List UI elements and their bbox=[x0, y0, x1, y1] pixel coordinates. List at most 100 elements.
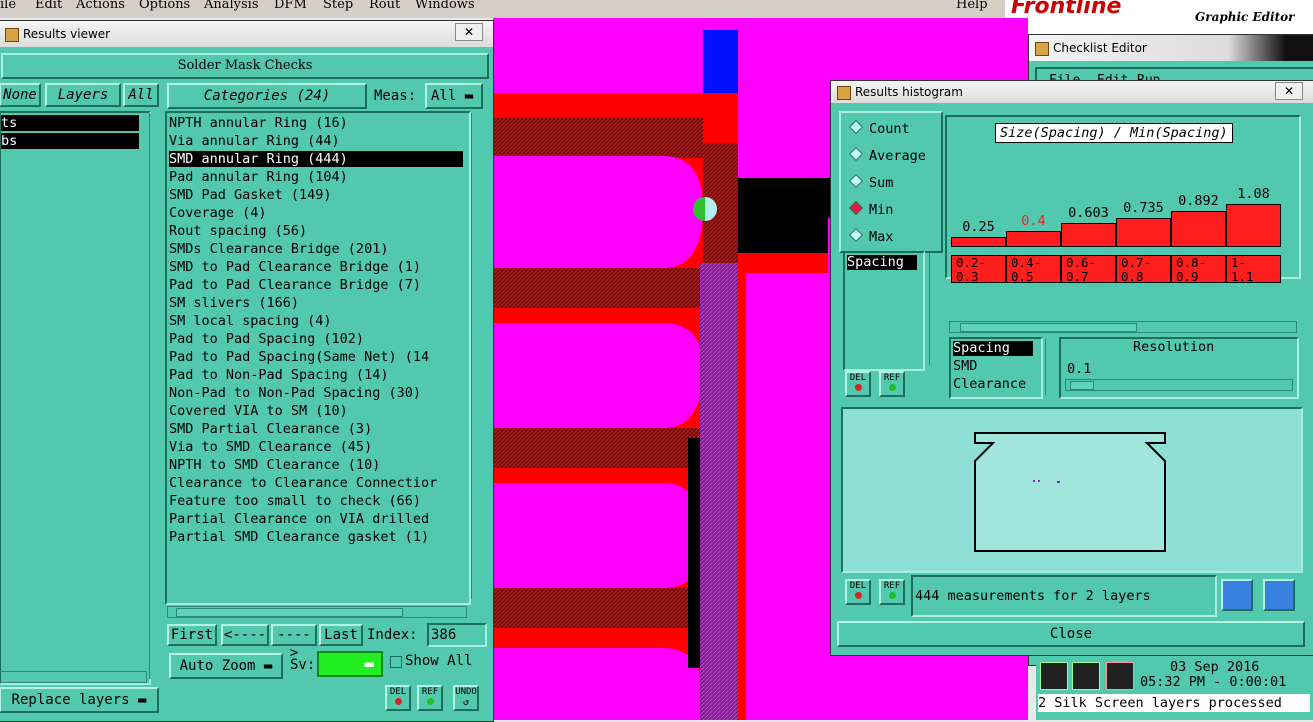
category-item[interactable]: SMD Pad Gasket (149) bbox=[169, 187, 463, 203]
category-item[interactable]: Via to SMD Clearance (45) bbox=[169, 439, 463, 455]
category-item[interactable]: Rout spacing (56) bbox=[169, 223, 463, 239]
categories-hscrollbar[interactable] bbox=[167, 606, 467, 618]
categories-scrollbar[interactable] bbox=[471, 113, 484, 599]
resolution-slider[interactable] bbox=[1065, 379, 1293, 391]
ref-button[interactable]: REF bbox=[879, 579, 905, 605]
mode-min[interactable]: Min bbox=[848, 200, 893, 218]
histogram-bar[interactable] bbox=[1171, 211, 1226, 247]
del-button[interactable]: DEL bbox=[845, 371, 871, 397]
category-item[interactable]: Pad annular Ring (104) bbox=[169, 169, 463, 185]
import-icon[interactable] bbox=[1263, 579, 1295, 611]
measure-scrollbar[interactable] bbox=[929, 253, 942, 365]
prev-button[interactable]: <---- bbox=[221, 624, 269, 646]
close-icon[interactable]: ✕ bbox=[1275, 82, 1303, 100]
show-all-checkbox[interactable] bbox=[390, 656, 402, 668]
close-button[interactable]: Close bbox=[837, 621, 1305, 647]
category-item[interactable]: Feature too small to check (66) bbox=[169, 493, 463, 509]
category-item[interactable]: Coverage (4) bbox=[169, 205, 463, 221]
categories-list[interactable]: NPTH annular Ring (16) Via annular Ring (… bbox=[165, 111, 471, 605]
range-label[interactable]: 0.4- 0.5 bbox=[1006, 255, 1061, 283]
export-icon[interactable] bbox=[1221, 579, 1253, 611]
layer-item[interactable]: ts bbox=[1, 115, 139, 131]
histogram-bar[interactable] bbox=[1006, 231, 1061, 247]
category-item[interactable]: Pad to Pad Spacing(Same Net) (14 bbox=[169, 349, 463, 365]
category-item[interactable]: Clearance to Clearance Connectior bbox=[169, 475, 463, 491]
category-item[interactable]: Covered VIA to SM (10) bbox=[169, 403, 463, 419]
category-item[interactable]: Pad to Pad Clearance Bridge (7) bbox=[169, 277, 463, 293]
chart-hscrollbar[interactable] bbox=[949, 321, 1297, 333]
mode-average[interactable]: Average bbox=[848, 146, 926, 164]
range-label[interactable]: 0.6- 0.7 bbox=[1061, 255, 1116, 283]
histogram-bar[interactable] bbox=[951, 237, 1006, 247]
index-input[interactable]: 386 bbox=[427, 623, 487, 647]
category-item[interactable]: SMD Partial Clearance (3) bbox=[169, 421, 463, 437]
menu-windows[interactable]: Windows bbox=[415, 0, 475, 12]
category-item[interactable]: NPTH to SMD Clearance (10) bbox=[169, 457, 463, 473]
ref-button[interactable]: REF bbox=[417, 685, 443, 711]
run-icon[interactable] bbox=[1040, 662, 1068, 690]
none-button[interactable]: None bbox=[0, 83, 41, 107]
del-button[interactable]: DEL bbox=[385, 685, 411, 711]
layer-item[interactable]: bs bbox=[1, 133, 139, 149]
menu-rout[interactable]: Rout bbox=[369, 0, 400, 12]
slider-thumb[interactable] bbox=[1070, 381, 1094, 390]
menu-options[interactable]: Options bbox=[139, 0, 190, 12]
category-item[interactable]: SMD annular Ring (444) bbox=[169, 151, 463, 167]
category-item[interactable]: SM slivers (166) bbox=[169, 295, 463, 311]
category-item[interactable]: NPTH annular Ring (16) bbox=[169, 115, 463, 131]
undo-button[interactable]: UNDO ↺ bbox=[453, 685, 479, 711]
range-label[interactable]: 0.2- 0.3 bbox=[951, 255, 1006, 283]
meas-select[interactable]: All ▬ bbox=[425, 83, 483, 109]
histogram-bar[interactable] bbox=[1061, 223, 1116, 247]
type-item[interactable]: Clearance bbox=[953, 377, 1026, 392]
menu-edit[interactable]: Edit bbox=[35, 0, 62, 12]
menu-step[interactable]: Step bbox=[323, 0, 353, 12]
first-button[interactable]: First bbox=[167, 624, 217, 646]
range-label[interactable]: 0.8- 0.9 bbox=[1171, 255, 1226, 283]
layers-button[interactable]: Layers bbox=[45, 83, 121, 107]
histogram-bar[interactable] bbox=[1116, 218, 1171, 247]
ref-button[interactable]: REF bbox=[879, 371, 905, 397]
stop-run-icon[interactable] bbox=[1106, 662, 1134, 690]
menu-actions[interactable]: Actions bbox=[76, 0, 125, 12]
types-list[interactable]: Spacing SMD Clearance bbox=[949, 337, 1043, 399]
category-item[interactable]: SMD to Pad Clearance Bridge (1) bbox=[169, 259, 463, 275]
close-icon[interactable]: ✕ bbox=[455, 23, 483, 41]
category-item[interactable]: Pad to Non-Pad Spacing (14) bbox=[169, 367, 463, 383]
layers-hscrollbar[interactable] bbox=[0, 671, 147, 683]
types-scrollbar[interactable] bbox=[1045, 339, 1058, 395]
auto-zoom-button[interactable]: Auto Zoom ▬ bbox=[169, 653, 283, 679]
sv-color-select[interactable]: ▬ bbox=[317, 651, 383, 677]
category-item[interactable]: Partial SMD Clearance gasket (1) bbox=[169, 529, 463, 545]
mode-sum[interactable]: Sum bbox=[848, 173, 893, 191]
layers-list[interactable]: ts bs bbox=[0, 111, 151, 685]
type-item[interactable]: Spacing bbox=[953, 341, 1033, 356]
category-item[interactable]: SMDs Clearance Bridge (201) bbox=[169, 241, 463, 257]
all-button[interactable]: All bbox=[123, 83, 159, 107]
category-item[interactable]: Non-Pad to Non-Pad Spacing (30) bbox=[169, 385, 463, 401]
mode-max[interactable]: Max bbox=[848, 227, 893, 245]
category-item[interactable]: Partial Clearance on VIA drilled bbox=[169, 511, 463, 527]
run-icon[interactable] bbox=[1072, 662, 1100, 690]
menu-dfm[interactable]: DFM bbox=[274, 0, 307, 12]
histogram-titlebar[interactable]: Results histogram ✕ bbox=[831, 81, 1313, 103]
del-button[interactable]: DEL bbox=[845, 579, 871, 605]
measure-item[interactable]: Spacing bbox=[847, 255, 917, 270]
category-item[interactable]: SM local spacing (4) bbox=[169, 313, 463, 329]
menu-help[interactable]: Help bbox=[956, 0, 988, 12]
range-label[interactable]: 1- 1.1 bbox=[1226, 255, 1281, 283]
results-viewer-titlebar[interactable]: Results viewer ✕ bbox=[0, 21, 493, 47]
category-item[interactable]: Via annular Ring (44) bbox=[169, 133, 463, 149]
layers-scrollbar[interactable] bbox=[149, 113, 162, 679]
next-button[interactable]: ----> bbox=[271, 624, 317, 661]
checklist-titlebar[interactable]: Checklist Editor bbox=[1029, 35, 1313, 61]
menu-analysis[interactable]: Analysis bbox=[204, 0, 259, 12]
menu-file[interactable]: ile bbox=[0, 0, 16, 12]
histogram-bar[interactable] bbox=[1226, 204, 1281, 247]
range-label[interactable]: 0.7- 0.8 bbox=[1116, 255, 1171, 283]
mode-count[interactable]: Count bbox=[848, 119, 910, 137]
last-button[interactable]: Last bbox=[319, 624, 363, 646]
measure-list[interactable]: Spacing bbox=[843, 251, 925, 371]
categories-button[interactable]: Categories (24) bbox=[167, 83, 367, 109]
category-item[interactable]: Pad to Pad Spacing (102) bbox=[169, 331, 463, 347]
